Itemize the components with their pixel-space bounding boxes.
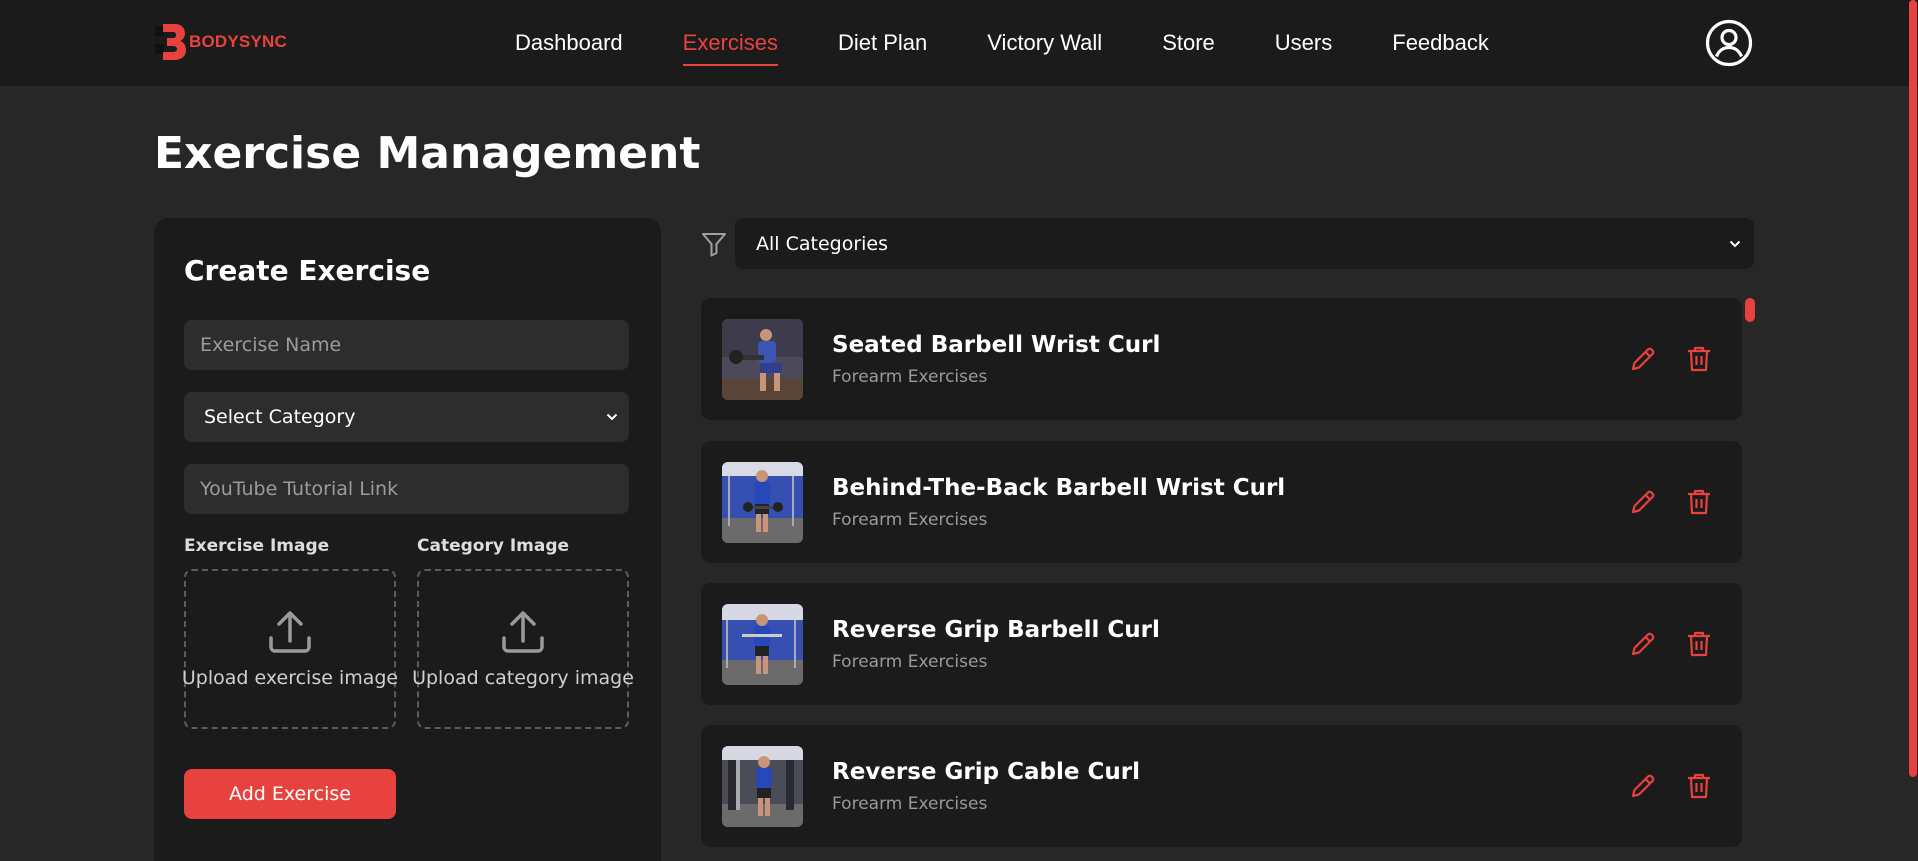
- exercise-thumbnail: [722, 462, 803, 543]
- filter-icon[interactable]: [700, 230, 728, 258]
- exercise-card: Reverse Grip Barbell Curl Forearm Exerci…: [701, 583, 1742, 705]
- page-scrollbar[interactable]: [1909, 0, 1917, 777]
- edit-pencil-icon[interactable]: [1629, 772, 1657, 800]
- category-image-upload[interactable]: Upload category image: [412, 569, 634, 729]
- exercise-card: Behind-The-Back Barbell Wrist Curl Forea…: [701, 441, 1742, 563]
- nav-item-diet-plan[interactable]: Diet Plan: [838, 0, 927, 86]
- navbar: BODYSYNC Dashboard Exercises Diet Plan V…: [0, 0, 1918, 86]
- exercise-image-label: Exercise Image: [184, 536, 330, 556]
- brand-logo[interactable]: BODYSYNC: [155, 22, 287, 62]
- page-title: Exercise Management: [154, 128, 701, 179]
- bodysync-logo-icon: [155, 24, 186, 60]
- category-filter-select[interactable]: All Categories: [735, 218, 1754, 269]
- upload-exercise-text: Upload exercise image: [181, 667, 399, 689]
- create-exercise-panel: Create Exercise Exercise Name Select Cat…: [154, 218, 661, 861]
- trash-icon[interactable]: [1686, 772, 1712, 800]
- exercise-name: Behind-The-Back Barbell Wrist Curl: [832, 475, 1286, 501]
- exercise-list-scrollbar[interactable]: [1745, 298, 1755, 322]
- trash-icon[interactable]: [1686, 488, 1712, 516]
- edit-pencil-icon[interactable]: [1629, 345, 1657, 373]
- nav-item-dashboard[interactable]: Dashboard: [515, 0, 623, 86]
- edit-pencil-icon[interactable]: [1629, 488, 1657, 516]
- exercise-category: Forearm Exercises: [832, 794, 988, 814]
- upload-category-text: Upload category image: [412, 667, 634, 689]
- nav-item-feedback[interactable]: Feedback: [1392, 0, 1489, 86]
- upload-icon: [269, 611, 311, 653]
- category-filter-value: All Categories: [756, 232, 889, 255]
- brand-name: BODYSYNC: [189, 32, 287, 51]
- category-image-label: Category Image: [417, 536, 570, 556]
- add-exercise-button[interactable]: Add Exercise: [184, 769, 396, 819]
- exercise-name: Reverse Grip Barbell Curl: [832, 617, 1160, 643]
- chevron-down-icon: [1729, 240, 1741, 247]
- main-nav: Dashboard Exercises Diet Plan Victory Wa…: [515, 0, 1549, 86]
- youtube-link-input[interactable]: YouTube Tutorial Link: [184, 464, 629, 514]
- exercise-image-upload[interactable]: Upload exercise image: [181, 569, 399, 729]
- category-select[interactable]: Select Category: [184, 392, 629, 442]
- trash-icon[interactable]: [1686, 630, 1712, 658]
- exercise-card: Reverse Grip Cable Curl Forearm Exercise…: [701, 725, 1742, 847]
- nav-item-users[interactable]: Users: [1275, 0, 1332, 86]
- nav-item-store[interactable]: Store: [1162, 0, 1215, 86]
- exercise-category: Forearm Exercises: [832, 510, 988, 530]
- nav-item-victory-wall[interactable]: Victory Wall: [987, 0, 1102, 86]
- category-select-value: Select Category: [204, 406, 356, 428]
- chevron-down-icon: [606, 413, 618, 421]
- exercise-name: Reverse Grip Cable Curl: [832, 759, 1140, 785]
- upload-icon: [502, 611, 544, 653]
- nav-item-exercises[interactable]: Exercises: [682, 0, 779, 86]
- exercise-card: Seated Barbell Wrist Curl Forearm Exerci…: [701, 298, 1742, 420]
- exercise-thumbnail: [722, 319, 803, 400]
- user-circle-icon[interactable]: [1705, 19, 1753, 67]
- exercise-name: Seated Barbell Wrist Curl: [832, 332, 1161, 358]
- exercise-thumbnail: [722, 604, 803, 685]
- exercise-category: Forearm Exercises: [832, 367, 988, 387]
- edit-pencil-icon[interactable]: [1629, 630, 1657, 658]
- exercise-thumbnail: [722, 746, 803, 827]
- create-exercise-title: Create Exercise: [184, 254, 431, 287]
- exercise-name-input[interactable]: Exercise Name: [184, 320, 629, 370]
- exercise-category: Forearm Exercises: [832, 652, 988, 672]
- trash-icon[interactable]: [1686, 345, 1712, 373]
